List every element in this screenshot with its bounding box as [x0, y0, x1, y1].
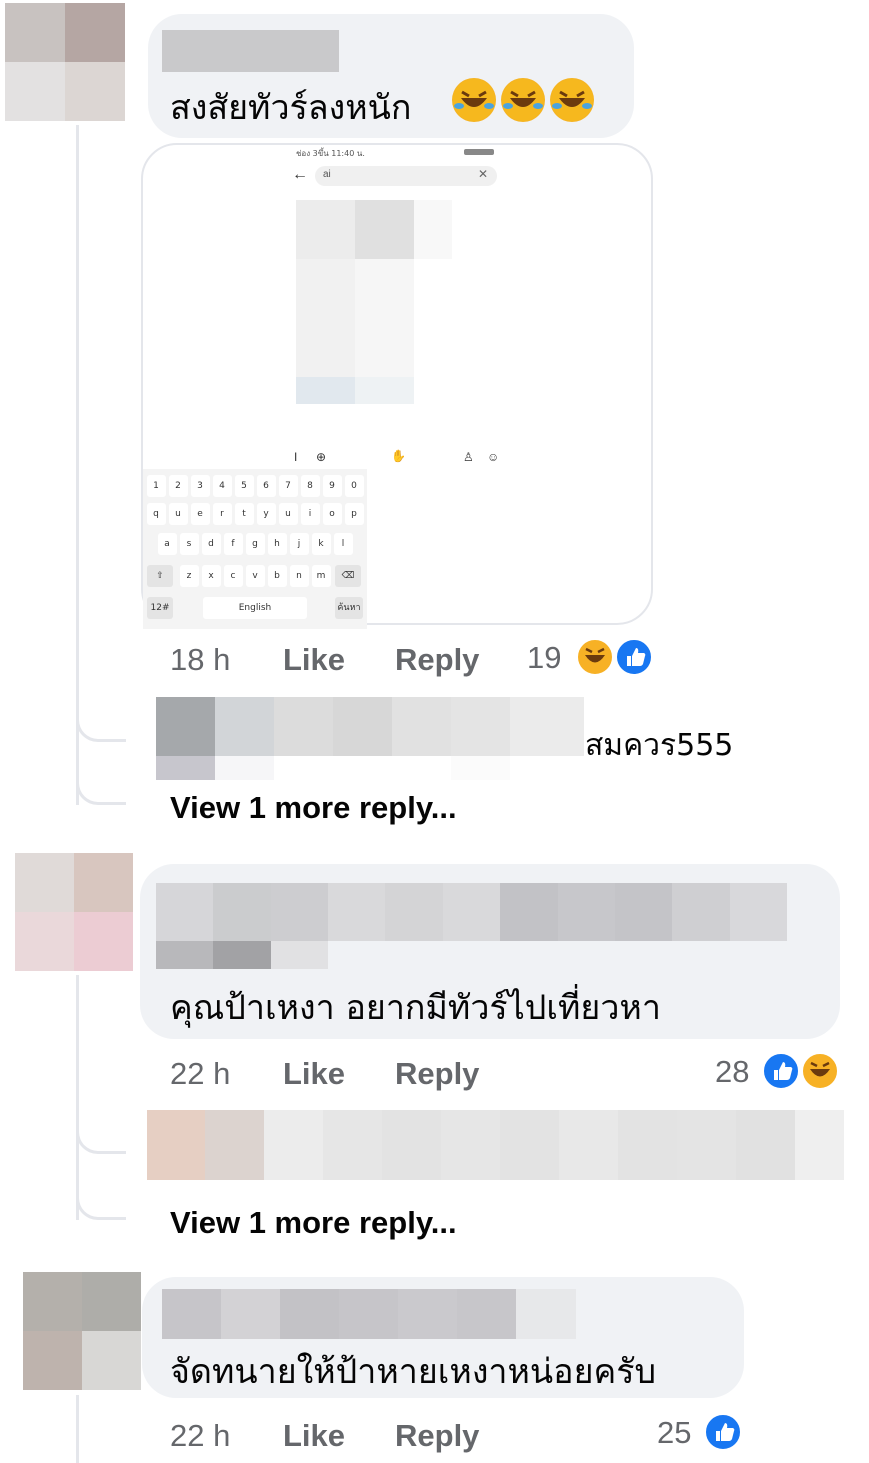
rolling-laughing-emoji: [550, 78, 594, 122]
reply-button[interactable]: Reply: [395, 642, 479, 678]
key-o: o: [322, 503, 342, 525]
reaction-count[interactable]: 25: [657, 1415, 691, 1451]
commenter-name[interactable]: [162, 1289, 576, 1339]
key-i: i: [300, 503, 320, 525]
thread-line: [76, 1395, 79, 1463]
key-n: n: [289, 565, 309, 587]
reply-connector: [76, 700, 126, 742]
key-b: b: [267, 565, 287, 587]
key-4: 4: [212, 475, 232, 497]
key-t: t: [234, 503, 254, 525]
search-results-blurred: [296, 200, 452, 404]
like-button[interactable]: Like: [283, 1056, 345, 1092]
comment-text: สงสัยทัวร์ลงหนัก: [170, 88, 412, 128]
key-x: x: [201, 565, 221, 587]
key-h: h: [267, 533, 287, 555]
key-6: 6: [256, 475, 276, 497]
view-more-replies-link[interactable]: View 1 more reply...: [170, 1205, 457, 1241]
haha-icon: [800, 1051, 840, 1091]
status-icons: [464, 149, 494, 155]
comment-time[interactable]: 22 h: [170, 1056, 230, 1092]
key-g: g: [245, 533, 265, 555]
like-button[interactable]: Like: [283, 642, 345, 678]
comment-time[interactable]: 18 h: [170, 642, 230, 678]
key-v: v: [245, 565, 265, 587]
reply-button[interactable]: Reply: [395, 1056, 479, 1092]
view-more-connector: [76, 1175, 126, 1220]
key-q: q: [146, 503, 166, 525]
view-more-connector: [76, 760, 126, 805]
key-s: s: [179, 533, 199, 555]
rolling-laughing-emoji: [452, 78, 496, 122]
key-0: 0: [344, 475, 364, 497]
key-e: e: [190, 503, 210, 525]
key-3: 3: [190, 475, 210, 497]
haha-icon: [575, 637, 615, 677]
mode-key: 12#: [147, 597, 173, 619]
reply-avatar-and-name[interactable]: [147, 1110, 844, 1180]
rolling-laughing-emoji: [501, 78, 545, 122]
key-m: m: [311, 565, 331, 587]
search-input-value: ai: [323, 169, 331, 180]
key-2: 2: [168, 475, 188, 497]
key-k: k: [311, 533, 331, 555]
key-f: f: [223, 533, 243, 555]
globe-icon: ⊕: [316, 450, 327, 464]
status-bar-text: ช่อง 3ขึ้น 11:40 น.: [296, 149, 365, 158]
key-y: y: [256, 503, 276, 525]
key-j: j: [289, 533, 309, 555]
avatar[interactable]: [23, 1272, 141, 1390]
key-a: a: [157, 533, 177, 555]
avatar[interactable]: [15, 853, 133, 971]
reply-avatar-and-name[interactable]: [156, 697, 584, 780]
key-p: p: [344, 503, 364, 525]
key-z: z: [179, 565, 199, 587]
smiley-icon: ☺: [487, 450, 500, 464]
search-key: ค้นหา: [335, 597, 363, 619]
comment-text: คุณป้าเหงา อยากมีทัวร์ไปเที่ยวหา: [170, 988, 661, 1028]
shift-key: ⇧: [147, 565, 173, 587]
key-l: l: [333, 533, 353, 555]
reaction-count[interactable]: 19: [527, 640, 561, 676]
key-5: 5: [234, 475, 254, 497]
avatar[interactable]: [5, 3, 125, 121]
view-more-replies-link[interactable]: View 1 more reply...: [170, 790, 457, 826]
reply-text: สมควร555: [585, 728, 734, 763]
hand-icon: ✋: [391, 449, 406, 463]
reply-connector: [76, 1112, 126, 1154]
shirt-icon: ♙: [463, 450, 474, 464]
search-input[interactable]: [315, 166, 497, 186]
like-button[interactable]: Like: [283, 1418, 345, 1454]
key-u: u: [278, 503, 298, 525]
text-cursor-icon: I: [294, 450, 298, 464]
key-r: r: [212, 503, 232, 525]
key-d: d: [201, 533, 221, 555]
like-icon: [761, 1051, 801, 1091]
space-key: English: [203, 597, 307, 619]
key-8: 8: [300, 475, 320, 497]
reaction-count[interactable]: 28: [715, 1054, 749, 1090]
key-1: 1: [146, 475, 166, 497]
key-7: 7: [278, 475, 298, 497]
like-icon: [614, 637, 654, 677]
reply-button[interactable]: Reply: [395, 1418, 479, 1454]
backspace-key: ⌫: [335, 565, 361, 587]
like-icon: [703, 1412, 743, 1452]
key-9: 9: [322, 475, 342, 497]
back-arrow-icon: ←: [292, 166, 308, 183]
comment-text: จัดทนายให้ป้าหายเหงาหน่อยครับ: [170, 1352, 657, 1392]
commenter-name[interactable]: [162, 30, 339, 72]
key-u: u: [168, 503, 188, 525]
clear-icon: ✕: [478, 167, 489, 181]
key-c: c: [223, 565, 243, 587]
keyboard: 1 2 3 4 5 6 7 8 9 0 q u e r t y u i o p a s d f g h j k l z x c v b n m ⇧ ⌫ 12…: [143, 469, 367, 629]
commenter-name[interactable]: [156, 883, 787, 969]
comment-time[interactable]: 22 h: [170, 1418, 230, 1454]
